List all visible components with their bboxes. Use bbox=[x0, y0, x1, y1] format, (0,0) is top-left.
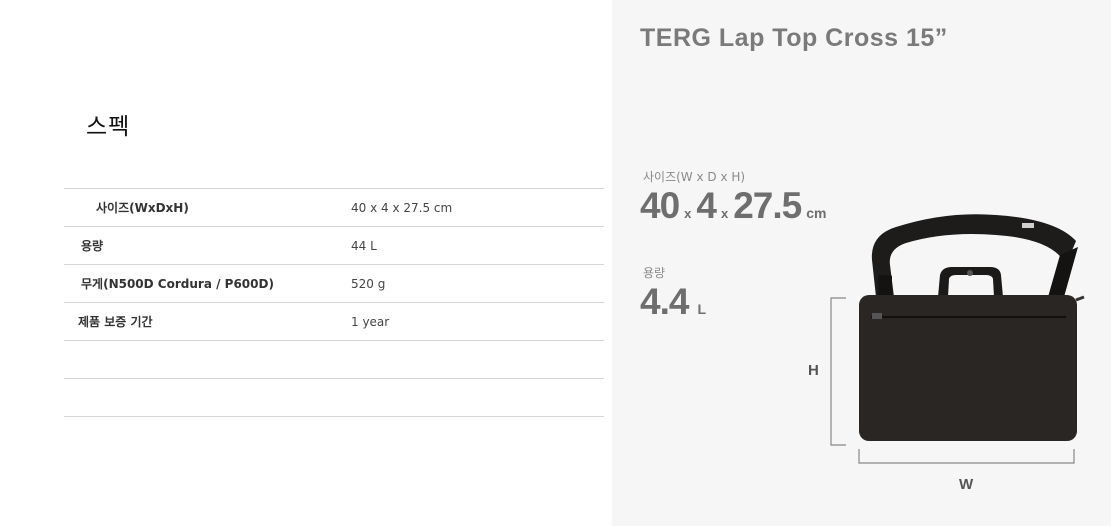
spec-value-empty bbox=[351, 340, 604, 379]
width-dimension-label: W bbox=[959, 476, 974, 493]
volume-value: 4.4 L bbox=[640, 281, 706, 323]
spec-label-empty bbox=[64, 340, 351, 379]
table-row bbox=[64, 378, 604, 417]
table-row: 무게(N500D Cordura / P600D) 520 g bbox=[64, 264, 604, 303]
size-separator: x bbox=[684, 206, 692, 221]
size-unit: cm bbox=[806, 205, 827, 221]
spec-section: 스펙 사이즈(WxDxH) 40 x 4 x 27.5 cm 용량 44 L 무… bbox=[0, 0, 612, 526]
spec-label-warranty: 제품 보증 기간 bbox=[64, 302, 351, 341]
zipper-pull bbox=[872, 313, 882, 319]
laptop-bag-illustration bbox=[830, 214, 1085, 464]
spec-value-weight: 520 g bbox=[351, 264, 604, 303]
spec-value-empty bbox=[351, 378, 604, 417]
volume-unit: L bbox=[697, 301, 706, 317]
table-row: 용량 44 L bbox=[64, 226, 604, 265]
size-value: 40 x 4 x 27.5 cm bbox=[640, 185, 826, 227]
spec-table: 사이즈(WxDxH) 40 x 4 x 27.5 cm 용량 44 L 무게(N… bbox=[64, 188, 604, 417]
spec-value-warranty: 1 year bbox=[351, 302, 604, 341]
height-dimension-label: H bbox=[808, 362, 819, 379]
strap-right bbox=[1048, 247, 1078, 297]
size-height: 27.5 bbox=[733, 185, 802, 226]
spec-value-size: 40 x 4 x 27.5 cm bbox=[351, 188, 604, 227]
table-row bbox=[64, 340, 604, 379]
spec-title: 스펙 bbox=[86, 114, 131, 140]
spec-label-weight: 무게(N500D Cordura / P600D) bbox=[64, 264, 351, 303]
spec-label-volume: 용량 bbox=[64, 226, 351, 265]
spec-label-empty bbox=[64, 378, 351, 417]
side-clip bbox=[1075, 295, 1085, 302]
volume-label: 용량 bbox=[643, 266, 666, 280]
height-bracket bbox=[830, 297, 846, 446]
spec-value-volume: 44 L bbox=[351, 226, 604, 265]
handle-badge bbox=[967, 270, 973, 276]
volume-number: 4.4 bbox=[640, 281, 689, 322]
size-width: 40 bbox=[640, 185, 680, 226]
table-row: 제품 보증 기간 1 year bbox=[64, 302, 604, 341]
width-bracket bbox=[858, 449, 1075, 464]
size-label: 사이즈(W x D x H) bbox=[643, 170, 746, 184]
spec-label-size: 사이즈(WxDxH) bbox=[64, 188, 351, 227]
size-depth: 4 bbox=[696, 185, 717, 226]
size-separator: x bbox=[720, 206, 729, 221]
table-row: 사이즈(WxDxH) 40 x 4 x 27.5 cm bbox=[64, 188, 604, 227]
product-title: TERG Lap Top Cross 15” bbox=[640, 24, 948, 52]
strap-label bbox=[1022, 223, 1034, 228]
shoulder-strap bbox=[871, 214, 1076, 297]
